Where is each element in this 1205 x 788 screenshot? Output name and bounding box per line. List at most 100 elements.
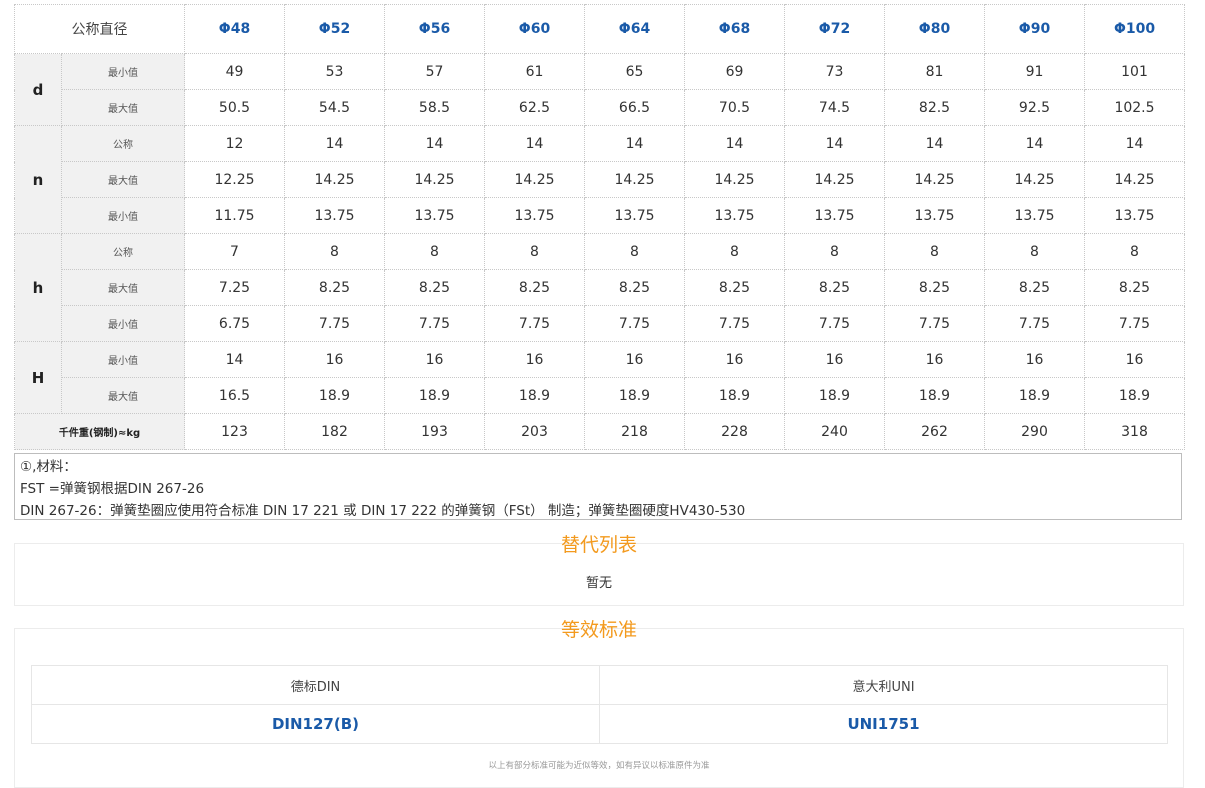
table-cell: 16	[384, 341, 485, 378]
table-cell: 14.25	[284, 161, 385, 198]
table-cell: 70.5	[684, 89, 785, 126]
note-line: FST =弹簧钢根据DIN 267-26	[20, 481, 205, 497]
column-header: Φ100	[1084, 4, 1185, 54]
table-cell: 92.5	[984, 89, 1085, 126]
table-cell: 18.9	[684, 377, 785, 414]
table-cell: 82.5	[884, 89, 985, 126]
table-cell: 7.75	[684, 305, 785, 342]
table-row: h 公称 7 8 8 8 8 8 8 8 8 8	[14, 233, 1185, 342]
table-cell: 73	[784, 53, 885, 90]
table-cell: 61	[484, 53, 585, 90]
table-cell: 7.75	[484, 305, 585, 342]
std-link-uni[interactable]: UNI1751	[599, 704, 1168, 744]
table-cell: 262	[884, 413, 985, 450]
table-cell: 8.25	[1084, 269, 1185, 306]
table-cell: 14	[684, 125, 785, 162]
alternatives-title: 替代列表	[560, 534, 637, 556]
table-cell: 8	[784, 233, 885, 270]
material-note: ①,材料： FST =弹簧钢根据DIN 267-26 DIN 267-26：弹簧…	[14, 453, 1182, 520]
table-cell: 7.75	[384, 305, 485, 342]
table-cell: 8	[1084, 233, 1185, 270]
group-label: H	[14, 341, 62, 414]
column-header: Φ64	[584, 4, 685, 54]
table-cell: 16	[784, 341, 885, 378]
table-cell: 290	[984, 413, 1085, 450]
table-cell: 14.25	[484, 161, 585, 198]
table-cell: 58.5	[384, 89, 485, 126]
table-cell: 18.9	[584, 377, 685, 414]
header-row: 公称直径 Φ48 Φ52 Φ56 Φ60 Φ64 Φ68 Φ72 Φ80 Φ90 Φ100	[14, 4, 1185, 54]
table-cell: 16	[1084, 341, 1185, 378]
table-cell: 14.25	[384, 161, 485, 198]
table-cell: 102.5	[1084, 89, 1185, 126]
corner-label: 公称直径	[14, 4, 185, 54]
spec-table: 公称直径 Φ48 Φ52 Φ56 Φ60 Φ64 Φ68 Φ72 Φ80 Φ90 Φ100 d 最小值 4…	[14, 4, 1185, 450]
table-cell: 7.75	[1084, 305, 1185, 342]
table-cell: 228	[684, 413, 785, 450]
column-header: Φ48	[184, 4, 285, 54]
disclaimer: 以上有部分标准可能为近似等效，如有异议以标准原件为准	[488, 761, 710, 771]
table-cell: 16.5	[184, 377, 285, 414]
table-row: 最大值 7.25 8.25 8.25 8.25 8.25 8.25 8.25 8.25 8.25 8…	[15, 269, 1185, 306]
group-label: n	[14, 125, 62, 234]
table-cell: 193	[384, 413, 485, 450]
table-cell: 18.9	[284, 377, 385, 414]
table-cell: 14.25	[1084, 161, 1185, 198]
column-header: Φ60	[484, 4, 585, 54]
table-row: n 公称 12 14 14 14 14 14 14 14 14 14	[14, 125, 1185, 234]
table-cell: 13.75	[884, 197, 985, 234]
row-sublabel: 最小值	[61, 53, 185, 90]
equivalents-table: 德标DIN 意大利UNI DIN127(B) UNI1751	[31, 665, 1168, 744]
table-cell: 12	[184, 125, 285, 162]
table-row: 最大值 16.5 18.9 18.9 18.9 18.9 18.9 18.9 18.9 18.9 1…	[15, 377, 1185, 414]
std-header-din: 德标DIN	[31, 665, 600, 705]
table-cell: 8	[684, 233, 785, 270]
table-cell: 18.9	[384, 377, 485, 414]
table-cell: 91	[984, 53, 1085, 90]
table-cell: 7.75	[584, 305, 685, 342]
table-cell: 62.5	[484, 89, 585, 126]
table-cell: 14	[584, 125, 685, 162]
table-cell: 101	[1084, 53, 1185, 90]
table-cell: 18.9	[884, 377, 985, 414]
table-cell: 18.9	[1084, 377, 1185, 414]
table-cell: 8.25	[584, 269, 685, 306]
table-cell: 13.75	[1084, 197, 1185, 234]
equivalents-panel: 等效标准 德标DIN 意大利UNI DIN127(B) UNI1751 以上有部…	[14, 619, 1184, 788]
table-cell: 81	[884, 53, 985, 90]
table-cell: 14	[1084, 125, 1185, 162]
table-row: 最大值 50.5 54.5 58.5 62.5 66.5 70.5 74.5 82.5 92.5 1…	[15, 89, 1185, 126]
equivalents-title: 等效标准	[560, 619, 637, 641]
table-cell: 14.25	[884, 161, 985, 198]
table-cell: 8	[884, 233, 985, 270]
table-cell: 218	[584, 413, 685, 450]
table-cell: 66.5	[584, 89, 685, 126]
table-cell: 14	[784, 125, 885, 162]
table-cell: 318	[1084, 413, 1185, 450]
table-cell: 18.9	[984, 377, 1085, 414]
table-row: H 最小值 14 16 16 16 16 16 16 16 16 16	[14, 341, 1185, 414]
table-cell: 49	[184, 53, 285, 90]
table-cell: 57	[384, 53, 485, 90]
table-cell: 8.25	[484, 269, 585, 306]
table-cell: 50.5	[184, 89, 285, 126]
table-cell: 7	[184, 233, 285, 270]
table-cell: 7.75	[884, 305, 985, 342]
std-link-din[interactable]: DIN127(B)	[31, 704, 600, 744]
group-label: h	[14, 233, 62, 342]
row-sublabel: 最大值	[61, 377, 185, 414]
table-row: d 最小值 49 53 57 61 65 69 73 81 91 101	[14, 53, 1185, 126]
table-row: 最小值 6.75 7.75 7.75 7.75 7.75 7.75 7.75 7.75 7.75 7…	[15, 305, 1185, 342]
note-line: DIN 267-26：弹簧垫圈应使用符合标准 DIN 17 221 或 DIN …	[20, 503, 746, 519]
row-sublabel: 最小值	[61, 305, 185, 342]
table-cell: 123	[184, 413, 285, 450]
table-cell: 203	[484, 413, 585, 450]
table-cell: 13.75	[584, 197, 685, 234]
table-cell: 8.25	[884, 269, 985, 306]
std-header-uni: 意大利UNI	[599, 665, 1168, 705]
row-sublabel: 最大值	[61, 161, 185, 198]
table-cell: 8	[984, 233, 1085, 270]
table-cell: 13.75	[684, 197, 785, 234]
row-sublabel: 最大值	[61, 89, 185, 126]
note-line: ①,材料：	[20, 459, 77, 475]
